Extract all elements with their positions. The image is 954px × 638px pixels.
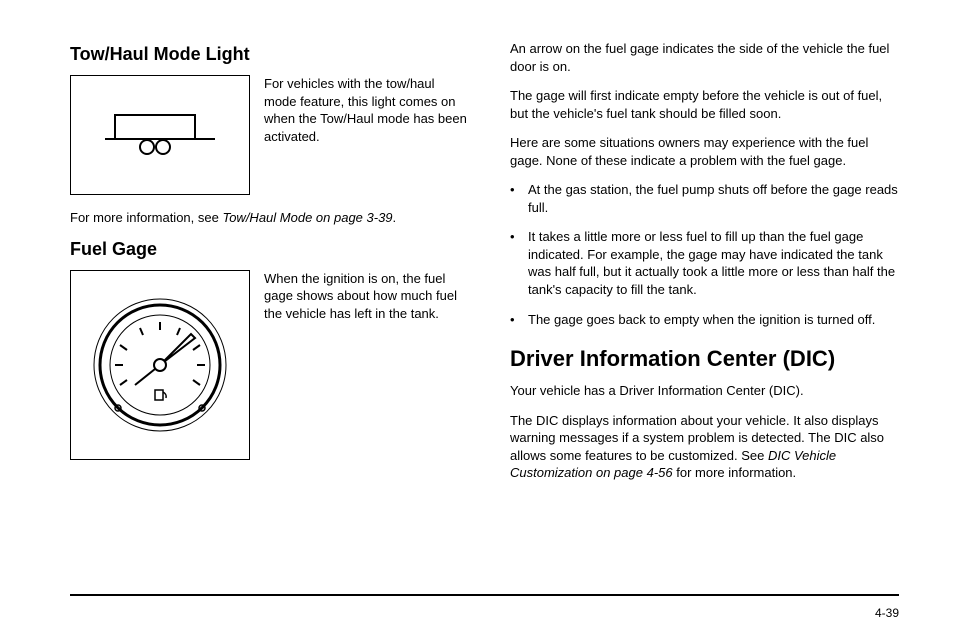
fuel-gage-situations-list: At the gas station, the fuel pump shuts … — [510, 181, 899, 328]
dic-p2: The DIC displays information about your … — [510, 412, 899, 482]
list-item: The gage goes back to empty when the ign… — [528, 311, 899, 329]
dic-p2-post: for more information. — [673, 465, 797, 480]
list-item: It takes a little more or less fuel to f… — [528, 228, 899, 298]
tow-haul-heading: Tow/Haul Mode Light — [70, 44, 470, 65]
page-content: Tow/Haul Mode Light For vehicles with th… — [0, 0, 954, 514]
dic-heading: Driver Information Center (DIC) — [510, 346, 899, 372]
fuel-gage-desc: When the ignition is on, the fuel gage s… — [264, 270, 470, 323]
right-column: An arrow on the fuel gage indicates the … — [510, 40, 899, 494]
tow-haul-desc: For vehicles with the tow/haul mode feat… — [264, 75, 470, 145]
tow-haul-more-ref: Tow/Haul Mode on page 3-39 — [222, 210, 392, 225]
tow-haul-more: For more information, see Tow/Haul Mode … — [70, 209, 470, 227]
fuel-gage-heading: Fuel Gage — [70, 239, 470, 260]
tow-haul-block: For vehicles with the tow/haul mode feat… — [70, 75, 470, 195]
tow-haul-icon-box — [70, 75, 250, 195]
fuel-gage-icon — [85, 290, 235, 440]
dic-p1: Your vehicle has a Driver Information Ce… — [510, 382, 899, 400]
left-column: Tow/Haul Mode Light For vehicles with th… — [70, 40, 470, 494]
list-item: At the gas station, the fuel pump shuts … — [528, 181, 899, 216]
page-number: 4-39 — [875, 606, 899, 620]
tow-haul-more-pre: For more information, see — [70, 210, 222, 225]
tow-haul-more-post: . — [393, 210, 397, 225]
right-p1: An arrow on the fuel gage indicates the … — [510, 40, 899, 75]
right-p3: Here are some situations owners may expe… — [510, 134, 899, 169]
trailer-icon — [105, 109, 215, 161]
right-p2: The gage will first indicate empty befor… — [510, 87, 899, 122]
footer-rule — [70, 594, 899, 596]
fuel-gage-block: When the ignition is on, the fuel gage s… — [70, 270, 470, 460]
fuel-gage-icon-box — [70, 270, 250, 460]
